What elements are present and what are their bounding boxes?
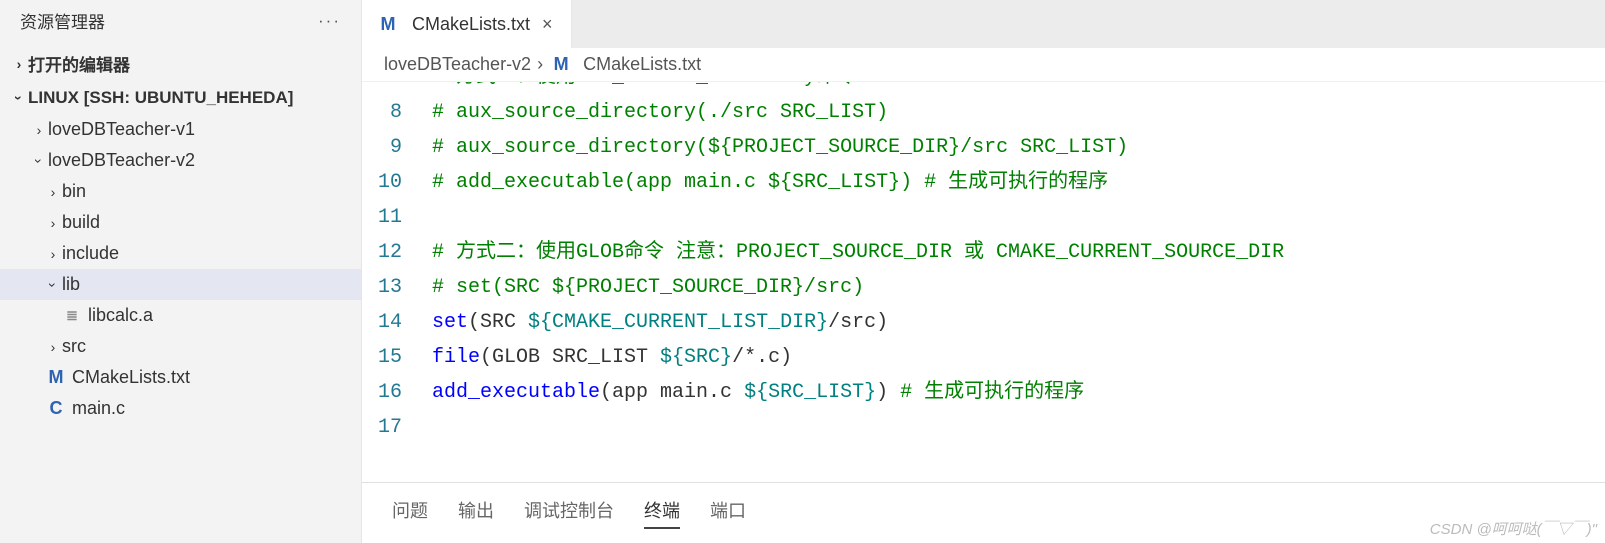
code-line[interactable]: 9# aux_source_directory(${PROJECT_SOURCE… — [362, 130, 1605, 165]
code-content: add_executable(app main.c ${SRC_LIST}) #… — [432, 375, 1605, 410]
code-content: # aux_source_directory(./src SRC_LIST) — [432, 95, 1605, 130]
explorer-sidebar: 资源管理器 ··· › 打开的编辑器 › LINUX [SSH: UBUNTU_… — [0, 0, 362, 543]
chevron-right-icon: › — [44, 339, 62, 355]
open-editors-label: 打开的编辑器 — [28, 51, 130, 76]
panel-tabs: 问题输出调试控制台终端端口 — [362, 482, 1605, 543]
more-actions-icon[interactable]: ··· — [318, 11, 341, 31]
editor-tabs: M CMakeLists.txt × — [362, 0, 1605, 48]
cmake-file-icon: M — [44, 367, 68, 388]
code-content: # add_executable(app main.c ${SRC_LIST})… — [432, 165, 1605, 200]
code-content — [432, 410, 1605, 445]
code-line[interactable]: 17 — [362, 410, 1605, 445]
code-editor[interactable]: 7# 方式一：使用aux_source_directory命令8# aux_so… — [362, 82, 1605, 482]
code-line[interactable]: 7# 方式一：使用aux_source_directory命令 — [362, 82, 1605, 95]
breadcrumb-file[interactable]: CMakeLists.txt — [583, 54, 701, 75]
breadcrumb-folder[interactable]: loveDBTeacher-v2 — [384, 54, 531, 75]
folder-item[interactable]: ›loveDBTeacher-v2 — [0, 145, 361, 176]
code-line[interactable]: 12# 方式二：使用GLOB命令 注意：PROJECT_SOURCE_DIR 或… — [362, 235, 1605, 270]
code-content: # aux_source_directory(${PROJECT_SOURCE_… — [432, 130, 1605, 165]
file-item[interactable]: MCMakeLists.txt — [0, 362, 361, 393]
chevron-right-icon: › — [30, 122, 48, 138]
tree-item-label: bin — [62, 181, 86, 202]
line-number: 10 — [362, 165, 432, 200]
code-line[interactable]: 8# aux_source_directory(./src SRC_LIST) — [362, 95, 1605, 130]
close-icon[interactable]: × — [538, 12, 557, 37]
code-line[interactable]: 10# add_executable(app main.c ${SRC_LIST… — [362, 165, 1605, 200]
workspace-section[interactable]: › LINUX [SSH: UBUNTU_HEHEDA] — [0, 82, 361, 114]
code-content: # 方式一：使用aux_source_directory命令 — [432, 82, 1605, 95]
cmake-file-icon: M — [376, 14, 400, 35]
tree-item-label: loveDBTeacher-v1 — [48, 119, 195, 140]
line-number: 14 — [362, 305, 432, 340]
tree-item-label: main.c — [72, 398, 125, 419]
line-number: 12 — [362, 235, 432, 270]
line-number: 15 — [362, 340, 432, 375]
folder-item[interactable]: ›loveDBTeacher-v1 — [0, 114, 361, 145]
panel-tab-3[interactable]: 终端 — [644, 497, 680, 529]
editor-area: M CMakeLists.txt × loveDBTeacher-v2 › M … — [362, 0, 1605, 543]
open-editors-section[interactable]: › 打开的编辑器 — [0, 45, 361, 82]
panel-tab-1[interactable]: 输出 — [458, 497, 494, 529]
code-line[interactable]: 15file(GLOB SRC_LIST ${SRC}/*.c) — [362, 340, 1605, 375]
code-content: set(SRC ${CMAKE_CURRENT_LIST_DIR}/src) — [432, 305, 1605, 340]
line-number: 16 — [362, 375, 432, 410]
tree-item-label: lib — [62, 274, 80, 295]
chevron-down-icon: › — [11, 89, 27, 107]
tree-item-label: include — [62, 243, 119, 264]
code-line[interactable]: 14set(SRC ${CMAKE_CURRENT_LIST_DIR}/src) — [362, 305, 1605, 340]
code-line[interactable]: 13# set(SRC ${PROJECT_SOURCE_DIR}/src) — [362, 270, 1605, 305]
chevron-down-icon: › — [31, 152, 47, 170]
code-content: file(GLOB SRC_LIST ${SRC}/*.c) — [432, 340, 1605, 375]
watermark-text: CSDN @呵呵哒(￣▽￣)" — [1430, 518, 1597, 539]
code-line[interactable]: 16add_executable(app main.c ${SRC_LIST})… — [362, 375, 1605, 410]
workspace-label: LINUX [SSH: UBUNTU_HEHEDA] — [28, 88, 293, 108]
explorer-title: 资源管理器 — [20, 8, 105, 33]
code-content: # 方式二：使用GLOB命令 注意：PROJECT_SOURCE_DIR 或 C… — [432, 235, 1605, 270]
line-number: 8 — [362, 95, 432, 130]
tree-item-label: CMakeLists.txt — [72, 367, 190, 388]
chevron-right-icon: › — [44, 246, 62, 262]
panel-tab-2[interactable]: 调试控制台 — [524, 497, 614, 529]
tree-item-label: build — [62, 212, 100, 233]
file-icon: ≣ — [60, 307, 84, 324]
panel-tab-4[interactable]: 端口 — [710, 497, 746, 529]
breadcrumb[interactable]: loveDBTeacher-v2 › M CMakeLists.txt — [362, 48, 1605, 82]
explorer-header: 资源管理器 ··· — [0, 0, 361, 45]
folder-item[interactable]: ›lib — [0, 269, 361, 300]
chevron-down-icon: › — [45, 276, 61, 294]
code-content: # set(SRC ${PROJECT_SOURCE_DIR}/src) — [432, 270, 1605, 305]
cmake-file-icon: M — [549, 54, 573, 75]
folder-item[interactable]: ›src — [0, 331, 361, 362]
tree-item-label: libcalc.a — [88, 305, 153, 326]
line-number: 9 — [362, 130, 432, 165]
file-item[interactable]: ≣libcalc.a — [0, 300, 361, 331]
line-number: 7 — [362, 82, 432, 95]
file-item[interactable]: Cmain.c — [0, 393, 361, 424]
tab-cmakelists[interactable]: M CMakeLists.txt × — [362, 0, 572, 48]
folder-item[interactable]: ›bin — [0, 176, 361, 207]
panel-tab-0[interactable]: 问题 — [392, 497, 428, 529]
code-content — [432, 200, 1605, 235]
tree-item-label: src — [62, 336, 86, 357]
chevron-right-icon: › — [44, 184, 62, 200]
tab-label: CMakeLists.txt — [412, 14, 530, 35]
tree-item-label: loveDBTeacher-v2 — [48, 150, 195, 171]
line-number: 11 — [362, 200, 432, 235]
code-line[interactable]: 11 — [362, 200, 1605, 235]
folder-item[interactable]: ›include — [0, 238, 361, 269]
folder-item[interactable]: ›build — [0, 207, 361, 238]
chevron-right-icon: › — [537, 54, 543, 75]
chevron-right-icon: › — [44, 215, 62, 231]
c-file-icon: C — [44, 398, 68, 419]
chevron-right-icon: › — [10, 56, 28, 72]
file-tree: ›loveDBTeacher-v1›loveDBTeacher-v2›bin›b… — [0, 114, 361, 424]
line-number: 17 — [362, 410, 432, 445]
line-number: 13 — [362, 270, 432, 305]
